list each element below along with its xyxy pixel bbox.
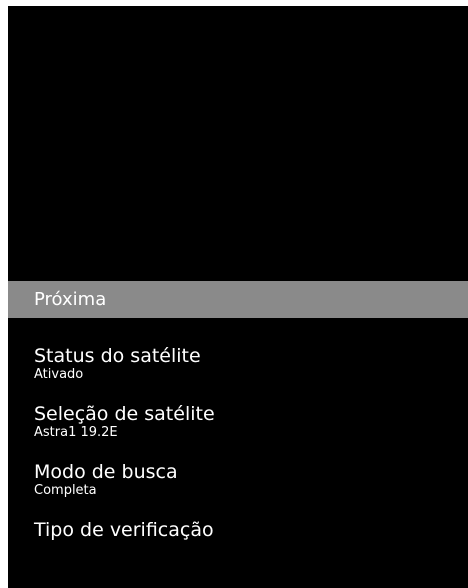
menu-item-satellite-status[interactable]: Status do satélite Ativado — [8, 345, 468, 403]
menu-item-next[interactable]: Próxima — [8, 281, 468, 318]
tv-screen: Próxima Status do satélite Ativado Seleç… — [8, 6, 468, 588]
satellite-settings-menu: Próxima Status do satélite Ativado Seleç… — [8, 281, 468, 577]
search-mode-value: Completa — [34, 483, 97, 498]
menu-item-scan-type[interactable]: Tipo de verificação — [8, 519, 468, 577]
satellite-status-label: Status do satélite — [34, 345, 201, 367]
menu-item-next-label: Próxima — [34, 289, 107, 310]
search-mode-label: Modo de busca — [34, 461, 178, 483]
satellite-selection-label: Seleção de satélite — [34, 403, 215, 425]
scan-type-label: Tipo de verificação — [34, 519, 214, 541]
menu-item-satellite-selection[interactable]: Seleção de satélite Astra1 19.2E — [8, 403, 468, 461]
satellite-status-value: Ativado — [34, 367, 84, 382]
menu-item-search-mode[interactable]: Modo de busca Completa — [8, 461, 468, 519]
satellite-selection-value: Astra1 19.2E — [34, 425, 118, 440]
